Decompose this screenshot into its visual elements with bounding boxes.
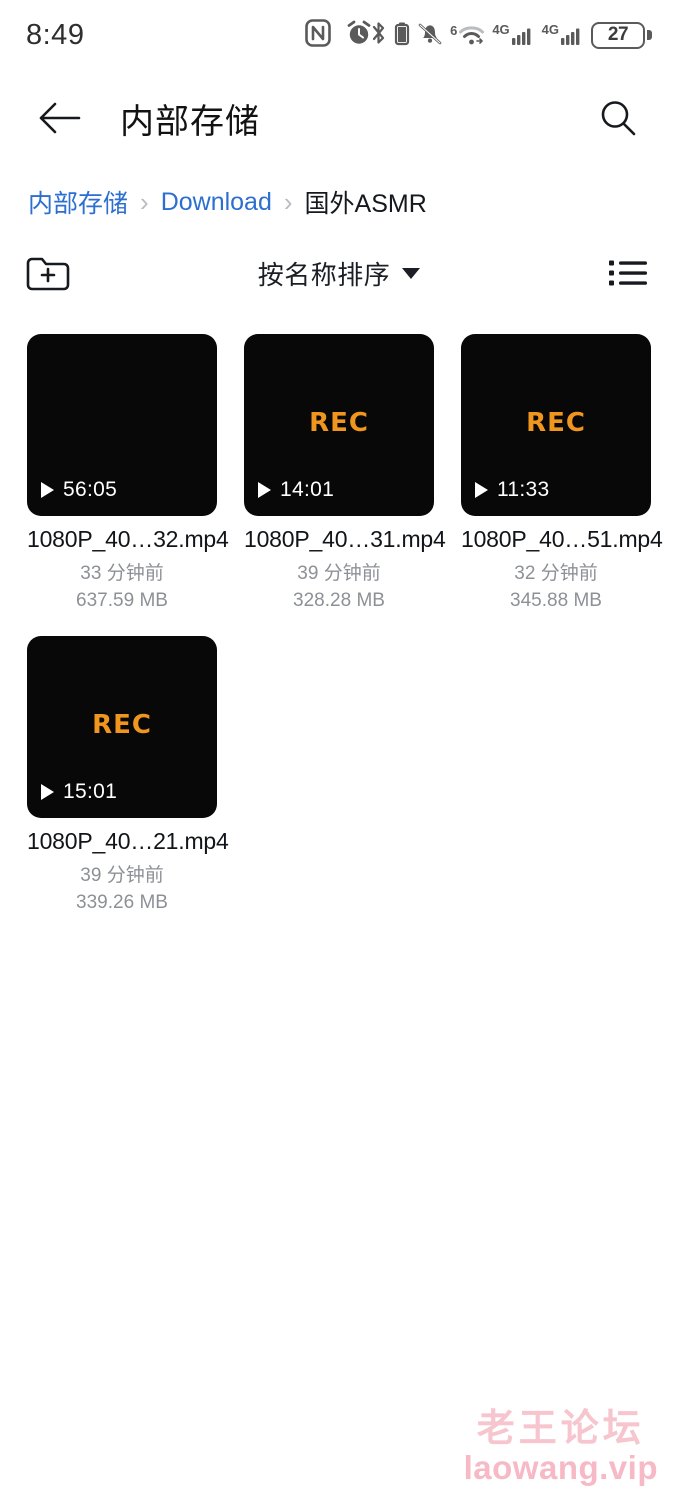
wifi-gen-label: 6 [450,23,458,38]
video-thumbnail[interactable]: 56:05 [27,334,217,516]
rec-badge: REC [526,408,586,438]
duration-overlay: 11:33 [475,478,550,502]
play-icon [475,482,488,498]
duration-label: 14:01 [280,478,335,501]
play-icon [258,482,271,498]
back-arrow-icon[interactable] [34,92,86,144]
file-grid: 56:05 1080P_40…32.mp4 33 分钟前 637.59 MB R… [0,316,678,914]
status-right-icons: 6 4G 4G 27 [370,19,652,52]
sort-control[interactable]: 按名称排序 [0,255,678,292]
duration-label: 11:33 [497,478,550,501]
chevron-down-icon [402,267,421,279]
search-icon[interactable] [592,92,644,144]
alarm-icon [345,19,373,52]
app-bar: 内部存储 [0,70,678,166]
file-tile[interactable]: REC 11:33 1080P_40…51.mp4 32 分钟前 345.88 … [461,334,663,612]
video-thumbnail[interactable]: REC 14:01 [244,334,434,516]
duration-label: 56:05 [63,478,118,501]
duration-overlay: 14:01 [258,478,334,502]
breadcrumb-item-download[interactable]: Download [161,188,272,217]
bluetooth-battery-icon [394,19,410,52]
watermark: 老王论坛 laowang.vip [463,1407,658,1486]
battery-nub [647,30,652,40]
signal-1-label: 4G [492,22,510,37]
mute-bell-icon [417,19,443,52]
play-icon [41,784,54,800]
list-view-icon[interactable] [602,247,654,299]
file-name: 1080P_40…31.mp4 [244,526,446,552]
file-size: 345.88 MB [510,590,602,611]
bluetooth-icon [370,19,387,52]
breadcrumb-item-root[interactable]: 内部存储 [28,184,128,220]
status-bar: 8:49 6 4G 4G 27 [0,0,678,70]
sort-label: 按名称排序 [257,259,391,290]
file-name: 1080P_40…21.mp4 [27,828,229,854]
signal-2-label: 4G [541,22,559,37]
watermark-title: 老王论坛 [476,1407,645,1450]
duration-overlay: 56:05 [41,478,117,502]
breadcrumb: 内部存储 › Download › 国外ASMR [0,166,678,220]
file-size: 637.59 MB [76,590,168,611]
signal-4g-icon-2: 4G [542,21,584,49]
file-modified: 32 分钟前 [514,563,598,584]
wifi-icon: 6 [450,21,485,49]
page-title: 内部存储 [120,102,260,141]
rec-badge: REC [92,710,152,740]
duration-label: 15:01 [63,780,118,803]
breadcrumb-item-current: 国外ASMR [304,190,427,218]
file-size: 339.26 MB [76,892,168,913]
breadcrumb-separator: › [283,187,293,217]
play-icon [41,482,54,498]
file-modified: 39 分钟前 [297,563,381,584]
file-tile[interactable]: 56:05 1080P_40…32.mp4 33 分钟前 637.59 MB [27,334,229,612]
file-toolbar: 按名称排序 [0,236,678,310]
file-name: 1080P_40…51.mp4 [461,526,663,552]
battery-percent-label: 27 [591,21,645,49]
file-name: 1080P_40…32.mp4 [27,526,229,552]
file-modified: 39 分钟前 [80,865,164,886]
file-size: 328.28 MB [293,590,385,611]
file-tile[interactable]: REC 15:01 1080P_40…21.mp4 39 分钟前 339.26 … [27,636,229,914]
breadcrumb-separator: › [140,187,149,217]
video-thumbnail[interactable]: REC 11:33 [461,334,651,516]
file-modified: 33 分钟前 [80,563,164,584]
battery-icon: 27 [591,21,652,49]
video-thumbnail[interactable]: REC 15:01 [27,636,217,818]
duration-overlay: 15:01 [41,780,117,804]
rec-badge: REC [309,408,369,438]
signal-4g-icon-1: 4G [492,21,534,49]
file-tile[interactable]: REC 14:01 1080P_40…31.mp4 39 分钟前 328.28 … [244,334,446,612]
watermark-url: laowang.vip [463,1448,658,1486]
nfc-icon [305,18,331,52]
status-clock: 8:49 [26,18,85,51]
